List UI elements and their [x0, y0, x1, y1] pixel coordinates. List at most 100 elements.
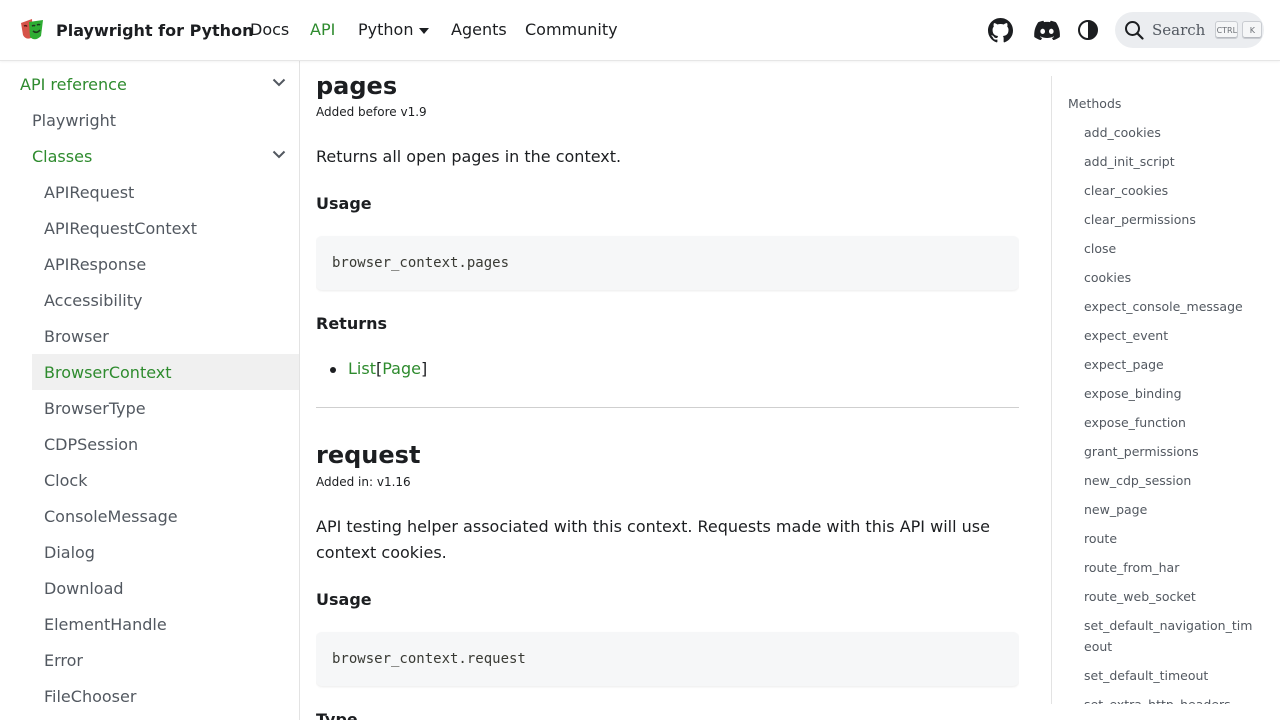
sidebar-item-error[interactable]: Error [32, 642, 299, 678]
toc-link[interactable]: add_init_script [1084, 151, 1175, 172]
code-block[interactable]: browser_context.pages [316, 236, 1019, 290]
sidebar-item-clock[interactable]: Clock [32, 462, 299, 498]
nav-community-link[interactable]: Community [525, 19, 618, 41]
section-divider [316, 407, 1019, 408]
usage-heading: Usage [316, 194, 372, 213]
section-description: API testing helper associated with this … [316, 517, 990, 562]
sidebar-item-label: FileChooser [44, 686, 137, 706]
chevron-down-icon[interactable] [272, 150, 286, 159]
playwright-logo-icon [21, 19, 43, 40]
sidebar-item-label: CDPSession [44, 434, 139, 454]
sidebar-category-api-reference[interactable]: API reference [8, 66, 298, 102]
main-content: pages Added before v1.9 Returns all open… [316, 61, 1019, 720]
k-key-hint: K [1242, 21, 1263, 39]
toc-link[interactable]: new_page [1084, 499, 1147, 520]
sidebar-item-accessibility[interactable]: Accessibility [32, 282, 299, 318]
type-heading: Type [316, 710, 358, 720]
sidebar-item-apiresponse[interactable]: APIResponse [32, 246, 299, 282]
toc-link[interactable]: cookies [1084, 267, 1131, 288]
sidebar-item-label: APIRequest [44, 182, 135, 202]
sidebar-item-playwright[interactable]: Playwright [20, 102, 298, 138]
list-type-link[interactable]: List [348, 359, 376, 378]
toc-link[interactable]: new_cdp_session [1084, 470, 1191, 491]
ctrl-key-hint: CTRL [1215, 21, 1239, 39]
nav-agents-link[interactable]: Agents [451, 19, 507, 41]
sidebar-item-download[interactable]: Download [32, 570, 299, 606]
toc-link[interactable]: add_cookies [1084, 122, 1161, 143]
theme-toggle-button[interactable] [1075, 17, 1101, 43]
sidebar-item-filechooser[interactable]: FileChooser [32, 678, 299, 714]
toc-link[interactable]: expose_function [1084, 412, 1186, 433]
table-of-contents: Methods add_cookies add_init_script clea… [1051, 76, 1280, 704]
nav-docs-link[interactable]: Docs [250, 19, 289, 41]
sidebar-item-label: Clock [44, 470, 88, 490]
toc-link-methods[interactable]: Methods [1068, 93, 1121, 114]
github-link[interactable] [987, 17, 1013, 43]
toc-link[interactable]: expect_page [1084, 354, 1164, 375]
sidebar-item-cdpsession[interactable]: CDPSession [32, 426, 299, 462]
toc-link[interactable]: route_from_har [1084, 557, 1179, 578]
sidebar-item-browsercontext[interactable]: BrowserContext [32, 354, 299, 390]
sidebar-category-label: Classes [32, 146, 93, 166]
sidebar-item-consolemessage[interactable]: ConsoleMessage [32, 498, 299, 534]
toc-link[interactable]: clear_permissions [1084, 209, 1196, 230]
sidebar-item-label: Accessibility [44, 290, 143, 310]
sidebar-item-label: BrowserContext [44, 362, 172, 382]
toc-link[interactable]: expect_console_message [1084, 296, 1243, 317]
brand-title: Playwright for Python [56, 20, 254, 40]
sidebar-category-label: API reference [20, 74, 127, 94]
nav-python-dropdown[interactable]: Python [358, 19, 430, 41]
github-icon [987, 17, 1013, 42]
top-navbar: Playwright for Python Docs API Python Ag… [0, 0, 1280, 61]
toc-link[interactable]: expose_binding [1084, 383, 1182, 404]
sidebar-item-label: Error [44, 650, 83, 670]
sidebar-item-label: BrowserType [44, 398, 146, 418]
added-version-badge: Added in: v1.16 [316, 475, 411, 489]
search-icon [1125, 21, 1144, 40]
search-button[interactable]: Search CTRL K [1115, 12, 1264, 48]
sidebar-item-label: Dialog [44, 542, 95, 562]
toc-link[interactable]: clear_cookies [1084, 180, 1168, 201]
code-block[interactable]: browser_context.request [316, 632, 1019, 686]
toc-link[interactable]: grant_permissions [1084, 441, 1199, 462]
sidebar-item-elementhandle[interactable]: ElementHandle [32, 606, 299, 642]
returns-heading: Returns [316, 314, 388, 333]
toc-link[interactable]: set_extra_http_headers [1084, 694, 1231, 704]
theme-toggle-icon [1078, 20, 1098, 40]
toc-link[interactable]: set_default_timeout [1084, 665, 1208, 686]
sidebar-item-browsertype[interactable]: BrowserType [32, 390, 299, 426]
page-type-link[interactable]: Page [382, 359, 421, 378]
sidebar-item-label: Browser [44, 326, 109, 346]
sidebar-item-browser[interactable]: Browser [32, 318, 299, 354]
discord-icon [1034, 20, 1060, 40]
section-title-request: request [316, 441, 421, 469]
docs-sidebar: API reference Playwright Classes APIRequ… [0, 61, 300, 720]
sidebar-item-label: Download [44, 578, 124, 598]
sidebar-item-label: APIRequestContext [44, 218, 197, 238]
nav-api-link[interactable]: API [310, 19, 335, 41]
toc-link[interactable]: close [1084, 238, 1116, 259]
chevron-down-icon[interactable] [272, 78, 286, 87]
section-title-pages: pages [316, 72, 398, 100]
section-description: Returns all open pages in the context. [316, 147, 622, 166]
sidebar-item-dialog[interactable]: Dialog [32, 534, 299, 570]
sidebar-item-label: Playwright [32, 110, 117, 130]
caret-down-icon [419, 28, 430, 34]
sidebar-item-apirequest[interactable]: APIRequest [32, 174, 299, 210]
sidebar-item-label: ConsoleMessage [44, 506, 178, 526]
brand-link[interactable]: Playwright for Python [18, 17, 253, 43]
sidebar-item-apirequestcontext[interactable]: APIRequestContext [32, 210, 299, 246]
sidebar-category-classes[interactable]: Classes [20, 138, 298, 174]
nav-python-label: Python [358, 20, 414, 39]
toc-link[interactable]: set_default_navigation_timeout [1084, 615, 1254, 657]
list-bullet [330, 367, 336, 373]
bracket-close: ] [420, 359, 428, 378]
toc-link[interactable]: route [1084, 528, 1117, 549]
added-version-badge: Added before v1.9 [316, 105, 427, 119]
search-label: Search [1152, 21, 1206, 39]
toc-link[interactable]: route_web_socket [1084, 586, 1196, 607]
return-type: List[Page] [348, 359, 427, 378]
discord-link[interactable] [1034, 17, 1060, 43]
toc-link[interactable]: expect_event [1084, 325, 1168, 346]
sidebar-item-label: ElementHandle [44, 614, 167, 634]
